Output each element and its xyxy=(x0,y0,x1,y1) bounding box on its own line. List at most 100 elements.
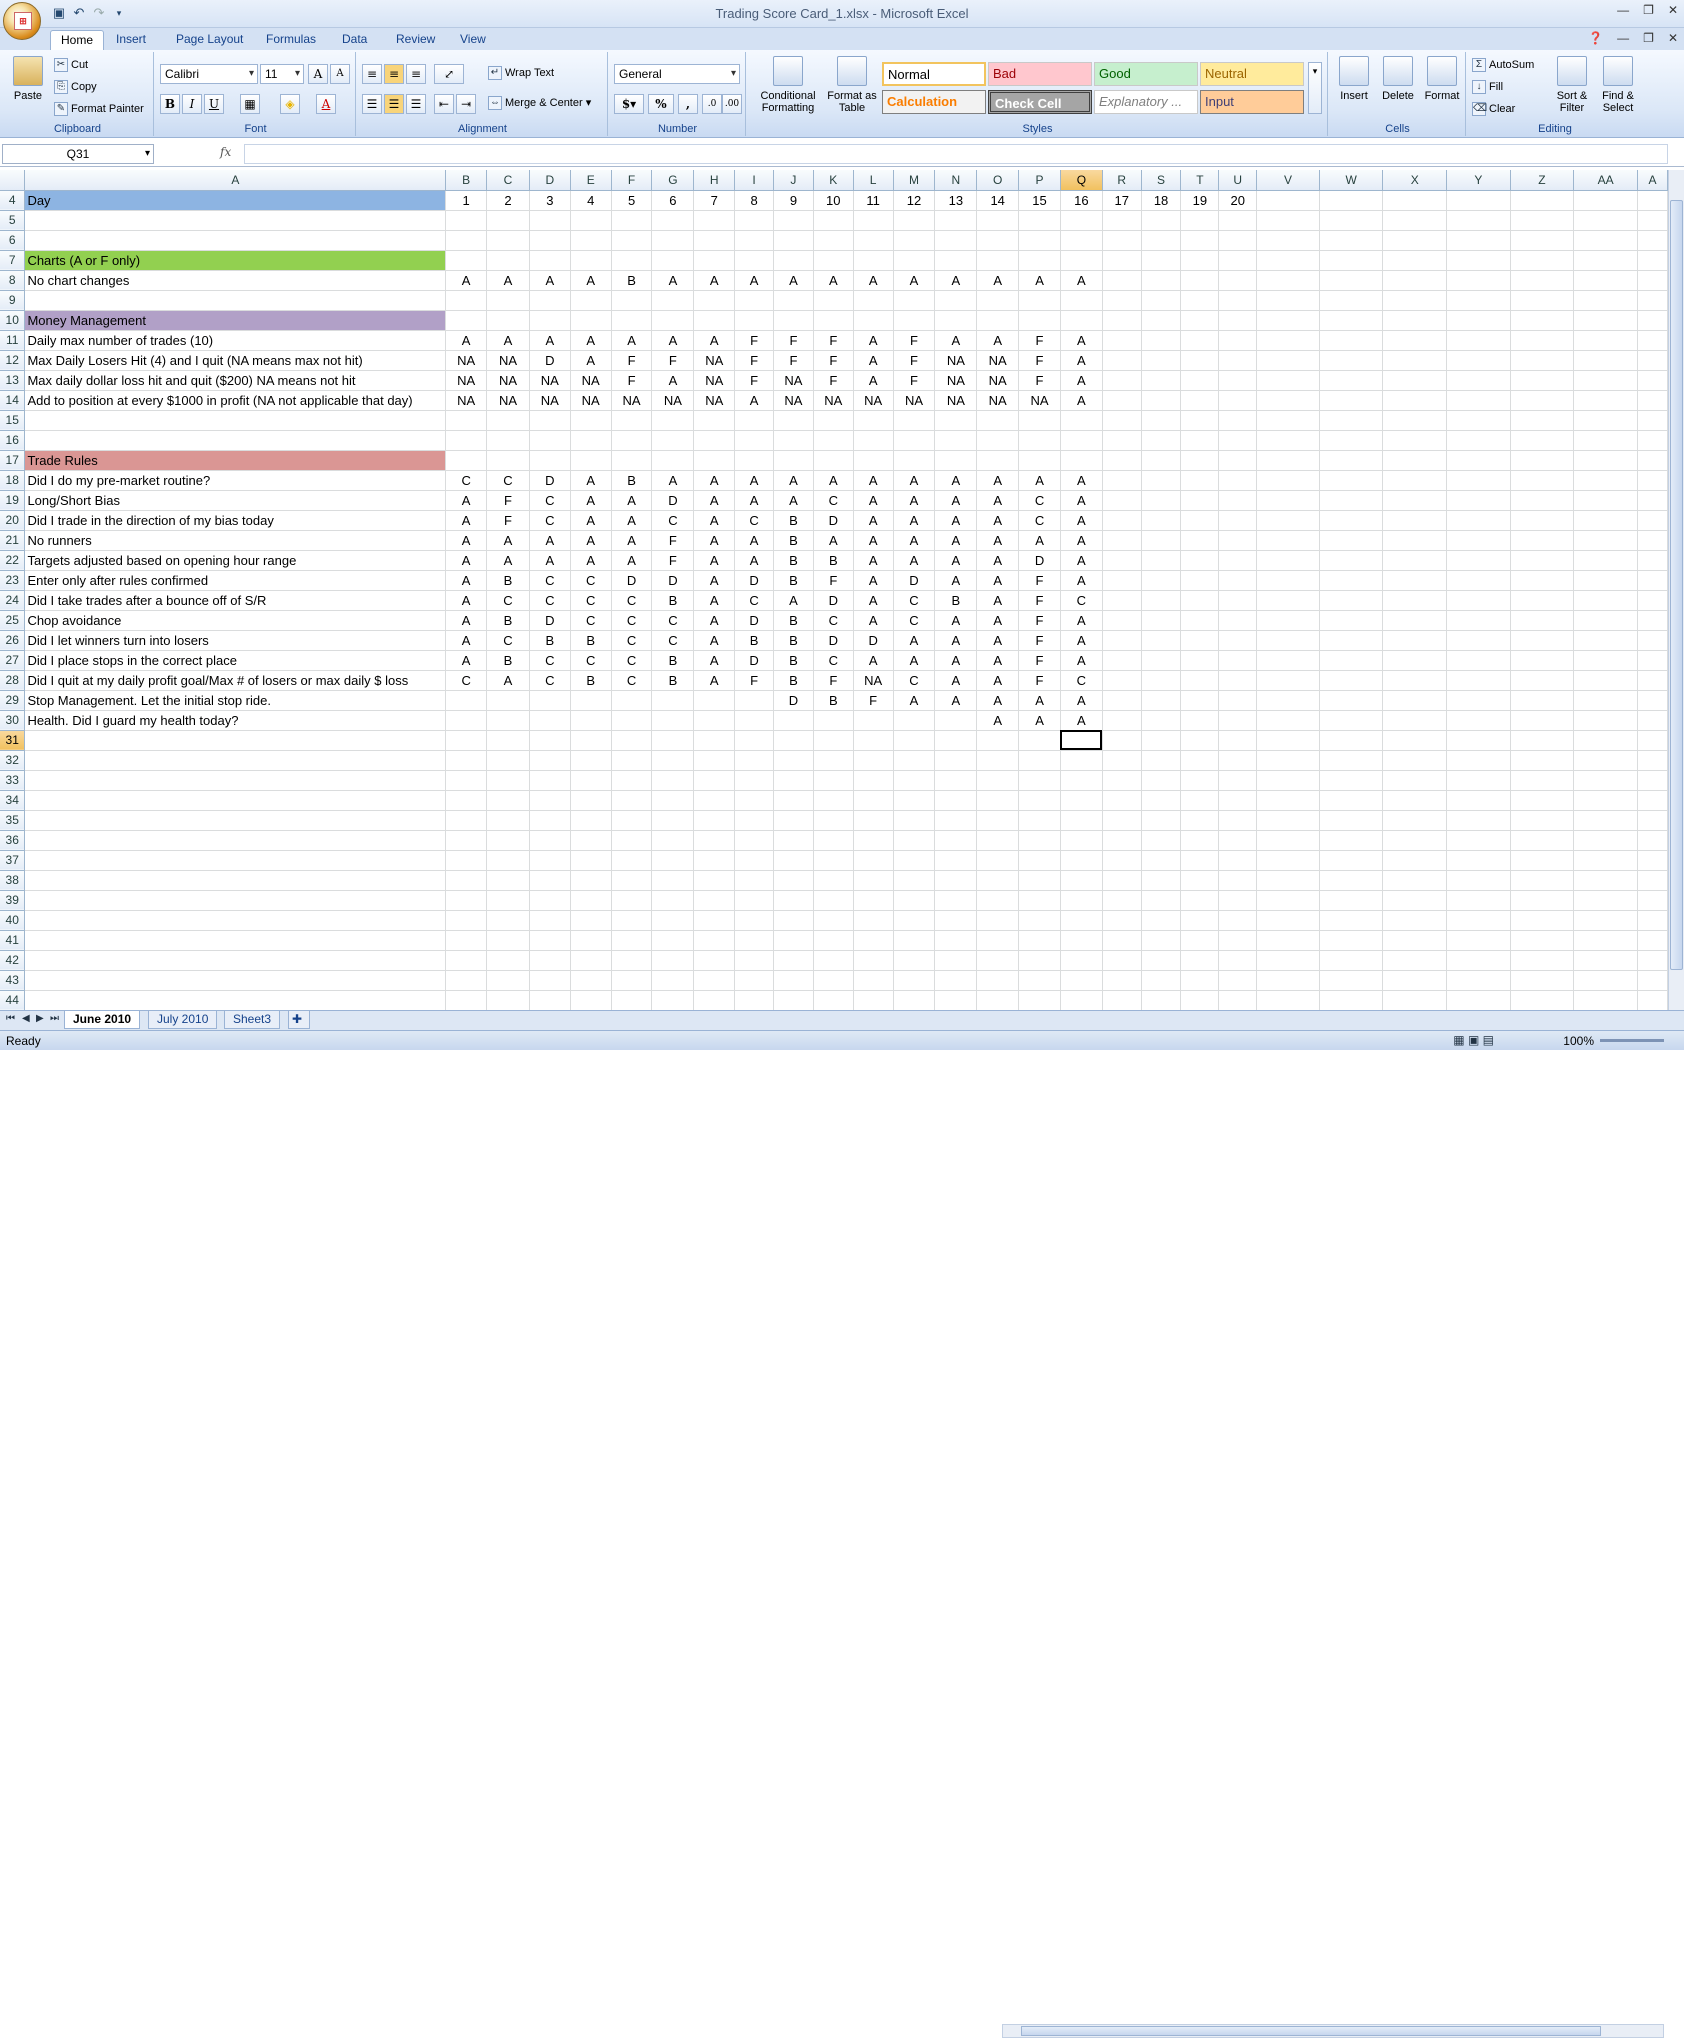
cell[interactable] xyxy=(1637,850,1668,871)
cell[interactable] xyxy=(1256,310,1320,331)
cell[interactable] xyxy=(445,910,488,931)
cell[interactable] xyxy=(1382,550,1448,571)
cell[interactable]: F xyxy=(651,530,695,551)
cell-label[interactable]: Did I quit at my daily profit goal/Max #… xyxy=(24,670,447,691)
column-header[interactable]: G xyxy=(651,170,695,191)
cell[interactable] xyxy=(976,730,1020,751)
cell[interactable] xyxy=(611,750,653,771)
cell[interactable] xyxy=(1060,770,1103,791)
cell[interactable]: C xyxy=(1060,590,1103,611)
cell[interactable] xyxy=(1573,830,1638,851)
cell[interactable]: B xyxy=(651,650,695,671)
cell[interactable] xyxy=(570,410,612,431)
help-icon[interactable]: ❓ xyxy=(1588,31,1603,45)
cell[interactable]: F xyxy=(1018,610,1061,631)
cell[interactable] xyxy=(1018,210,1061,231)
row-header[interactable]: 29 xyxy=(0,690,26,711)
cell[interactable]: A xyxy=(976,710,1020,731)
cell[interactable] xyxy=(1510,290,1575,311)
cell[interactable]: A xyxy=(976,630,1020,651)
row-header[interactable]: 6 xyxy=(0,230,26,251)
cell[interactable]: C xyxy=(570,590,612,611)
cell[interactable]: A xyxy=(1060,470,1103,491)
cell[interactable] xyxy=(976,990,1020,1010)
cell[interactable] xyxy=(1637,710,1668,731)
format-painter-button[interactable]: ✎ Format Painter xyxy=(54,102,144,116)
row-header[interactable]: 32 xyxy=(0,750,26,771)
cell[interactable] xyxy=(1510,330,1575,351)
cell[interactable] xyxy=(1218,630,1258,651)
cell[interactable]: 18 xyxy=(1141,190,1182,211)
cell[interactable]: 9 xyxy=(773,190,814,211)
cell[interactable] xyxy=(1637,250,1668,271)
cell[interactable] xyxy=(734,950,774,971)
cell[interactable] xyxy=(1446,750,1511,771)
cell[interactable] xyxy=(1446,350,1511,371)
cell[interactable] xyxy=(1382,390,1448,411)
cell[interactable]: B xyxy=(651,590,695,611)
insert-sheet-icon[interactable]: ✚ xyxy=(288,1011,310,1029)
cell[interactable]: A xyxy=(693,530,736,551)
cell[interactable] xyxy=(1018,950,1061,971)
cell[interactable] xyxy=(1573,190,1638,211)
cell[interactable]: A xyxy=(529,530,571,551)
cell[interactable] xyxy=(1637,530,1668,551)
cell[interactable] xyxy=(813,730,854,751)
cell[interactable] xyxy=(611,830,653,851)
cell[interactable] xyxy=(893,850,936,871)
cell-label[interactable] xyxy=(24,410,447,431)
cell[interactable] xyxy=(773,930,814,951)
cell[interactable] xyxy=(1141,810,1182,831)
cell[interactable]: C xyxy=(529,510,571,531)
cell[interactable] xyxy=(1319,390,1384,411)
cell[interactable] xyxy=(1446,230,1511,251)
cell[interactable] xyxy=(976,930,1020,951)
cell[interactable] xyxy=(651,930,695,951)
cell[interactable] xyxy=(893,870,936,891)
cell[interactable] xyxy=(1319,270,1384,291)
cell[interactable]: 8 xyxy=(734,190,774,211)
align-right-icon[interactable]: ☰ xyxy=(406,94,426,114)
cell[interactable] xyxy=(1319,330,1384,351)
cell[interactable] xyxy=(1510,210,1575,231)
cell[interactable] xyxy=(651,230,695,251)
cell[interactable]: A xyxy=(445,270,488,291)
cell[interactable] xyxy=(1510,810,1575,831)
cell[interactable] xyxy=(445,970,488,991)
cell[interactable] xyxy=(1256,270,1320,291)
cell[interactable] xyxy=(1573,610,1638,631)
cell[interactable] xyxy=(1256,830,1320,851)
cell[interactable] xyxy=(1180,270,1220,291)
column-header[interactable]: AA xyxy=(1573,170,1638,191)
cell[interactable]: F xyxy=(1018,590,1061,611)
cell[interactable] xyxy=(853,950,894,971)
cell[interactable] xyxy=(486,310,530,331)
row-header[interactable]: 22 xyxy=(0,550,26,571)
cell[interactable]: D xyxy=(853,630,894,651)
cell[interactable] xyxy=(734,690,774,711)
cell[interactable] xyxy=(1510,270,1575,291)
insert-cells-button[interactable]: Insert xyxy=(1334,56,1374,102)
cell[interactable] xyxy=(651,450,695,471)
cell[interactable] xyxy=(773,450,814,471)
cell[interactable] xyxy=(445,230,488,251)
cell[interactable]: 16 xyxy=(1060,190,1103,211)
cell[interactable] xyxy=(611,890,653,911)
cell[interactable]: A xyxy=(1060,350,1103,371)
cell-label[interactable]: Chop avoidance xyxy=(24,610,447,631)
cell[interactable] xyxy=(1218,670,1258,691)
cell[interactable] xyxy=(1180,450,1220,471)
cell[interactable] xyxy=(1510,750,1575,771)
cell[interactable] xyxy=(1637,590,1668,611)
cell[interactable]: C xyxy=(486,590,530,611)
cell[interactable] xyxy=(651,250,695,271)
cell[interactable] xyxy=(1018,230,1061,251)
cell[interactable] xyxy=(486,730,530,751)
cell-label[interactable]: Long/Short Bias xyxy=(24,490,447,511)
cell[interactable]: A xyxy=(934,690,978,711)
align-middle-icon[interactable]: ≡ xyxy=(384,64,404,84)
row-header[interactable]: 40 xyxy=(0,910,26,931)
cell[interactable] xyxy=(1573,490,1638,511)
cell[interactable]: B xyxy=(611,270,653,291)
cell[interactable]: NA xyxy=(976,350,1020,371)
